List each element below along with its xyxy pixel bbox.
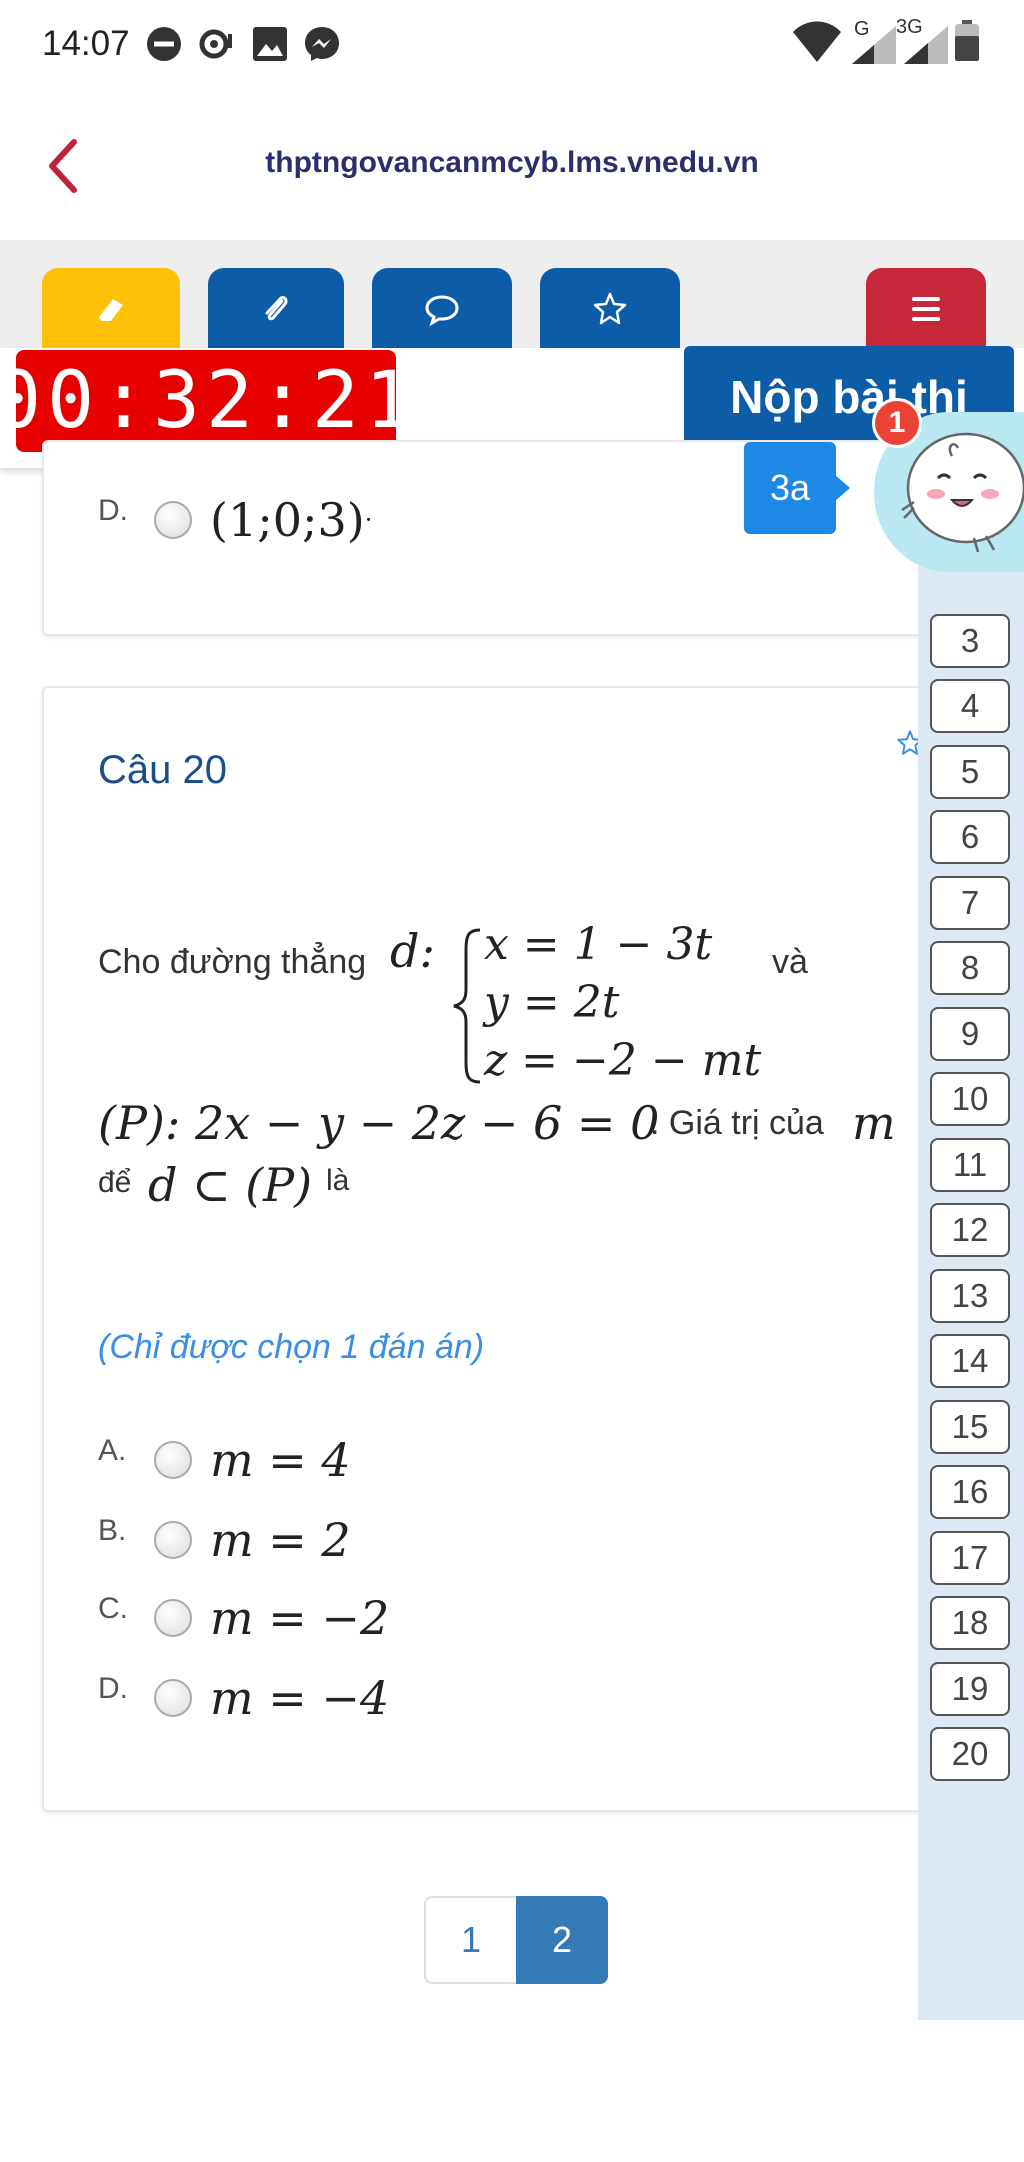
question-nav-item[interactable]: 3 bbox=[930, 614, 1010, 668]
star-icon bbox=[593, 292, 627, 325]
attachment-button[interactable] bbox=[208, 268, 344, 350]
question-nav-item[interactable]: 13 bbox=[930, 1269, 1010, 1323]
option-value: m = 4 bbox=[210, 1433, 351, 1487]
option-b[interactable]: B. m = 2 bbox=[98, 1510, 351, 1570]
battery-icon bbox=[955, 20, 979, 61]
option-value: m = −4 bbox=[210, 1671, 390, 1725]
comment-button[interactable] bbox=[372, 268, 512, 350]
plane-equation: (P): 2x − y − 2z − 6 = 0 bbox=[98, 1096, 660, 1150]
radio-button[interactable] bbox=[154, 501, 192, 539]
question-nav-item[interactable]: 17 bbox=[930, 1531, 1010, 1585]
notification-badge: 1 bbox=[872, 398, 922, 448]
question-nav-item[interactable]: 15 bbox=[930, 1400, 1010, 1454]
equation-system: x = 1 − 3t y = 2t z = −2 − mt bbox=[484, 916, 761, 1090]
radio-button[interactable] bbox=[154, 1679, 192, 1717]
paperclip-icon bbox=[265, 296, 288, 321]
chat-icon bbox=[425, 295, 459, 327]
page-2-button[interactable]: 2 bbox=[516, 1896, 608, 1984]
bookmark-star-button[interactable] bbox=[540, 268, 680, 350]
option-value: (1;0;3) bbox=[210, 493, 365, 547]
option-a[interactable]: A. m = 4 bbox=[98, 1430, 351, 1490]
exam-toolbar bbox=[0, 240, 1024, 350]
browser-bar: thptngovancanmcyb.lms.vnedu.vn bbox=[0, 90, 1024, 240]
option-letter: D. bbox=[98, 494, 128, 527]
countdown-timer: 00:32:21 bbox=[0, 350, 412, 452]
menu-button[interactable] bbox=[866, 268, 986, 350]
system-brace bbox=[453, 928, 481, 1084]
signal-icon bbox=[852, 26, 896, 64]
question-nav-item[interactable]: 11 bbox=[930, 1138, 1010, 1192]
question-card: Câu 20 Cho đường thẳng d: x = 1 − 3t y =… bbox=[42, 686, 942, 1812]
menu-icon bbox=[912, 297, 940, 321]
question-nav-item[interactable]: 12 bbox=[930, 1203, 1010, 1257]
dnd-icon bbox=[147, 27, 181, 61]
question-nav-item[interactable]: 14 bbox=[930, 1334, 1010, 1388]
question-nav-item[interactable]: 16 bbox=[930, 1465, 1010, 1519]
option-c[interactable]: C. m = −2 bbox=[98, 1588, 389, 1648]
var-m: m bbox=[852, 1096, 896, 1150]
conjunction-va: và bbox=[772, 943, 808, 981]
radio-button[interactable] bbox=[154, 1521, 192, 1559]
question-nav-item[interactable]: 20 bbox=[930, 1727, 1010, 1781]
status-bar: 14:07 G 3G bbox=[0, 0, 1024, 90]
question-nav-item[interactable]: 10 bbox=[930, 1072, 1010, 1126]
url-title: thptngovancanmcyb.lms.vnedu.vn bbox=[265, 146, 759, 179]
option-value: m = 2 bbox=[210, 1513, 351, 1567]
signal-icon-2 bbox=[904, 26, 948, 64]
question-nav-item[interactable]: 9 bbox=[930, 1007, 1010, 1061]
question-nav-item[interactable]: 4 bbox=[930, 679, 1010, 733]
question-nav-item[interactable]: 8 bbox=[930, 941, 1010, 995]
question-nav-item[interactable]: 6 bbox=[930, 810, 1010, 864]
hotspot-icon bbox=[199, 29, 232, 59]
option-letter: C. bbox=[98, 1592, 128, 1625]
radio-button[interactable] bbox=[154, 1441, 192, 1479]
equation-y: y = 2t bbox=[484, 977, 620, 1028]
status-time: 14:07 bbox=[42, 24, 130, 63]
chat-widget-label[interactable]: 3a bbox=[744, 442, 850, 534]
equation-z: z = −2 − mt bbox=[484, 1035, 762, 1086]
messenger-icon bbox=[305, 27, 339, 61]
question-intro: Cho đường thẳng bbox=[98, 943, 367, 981]
question-nav-item[interactable]: 5 bbox=[930, 745, 1010, 799]
page-1-button[interactable]: 1 bbox=[424, 1896, 516, 1984]
eraser-icon bbox=[99, 299, 123, 321]
radio-button[interactable] bbox=[154, 1599, 192, 1637]
containment: d ⊂ (P) bbox=[148, 1158, 313, 1212]
option-letter: A. bbox=[98, 1434, 127, 1467]
option-letter: B. bbox=[98, 1514, 127, 1547]
line-name: d: bbox=[390, 924, 435, 978]
equation-x: x = 1 − 3t bbox=[484, 919, 713, 970]
pagination: 1 2 bbox=[424, 1896, 608, 1984]
text-de: để bbox=[98, 1166, 132, 1199]
option-value: m = −2 bbox=[210, 1591, 390, 1645]
text-la: là bbox=[326, 1164, 350, 1197]
option-d[interactable]: D. m = −4 bbox=[98, 1668, 389, 1728]
wifi-icon bbox=[793, 21, 841, 62]
question-title: Câu 20 bbox=[98, 748, 227, 792]
prev-option-d[interactable]: D. (1;0;3) · bbox=[98, 490, 372, 550]
select-hint: (Chỉ được chọn 1 đán án) bbox=[98, 1328, 485, 1366]
option-letter: D. bbox=[98, 1672, 128, 1705]
eraser-button[interactable] bbox=[42, 268, 180, 350]
question-nav-item[interactable]: 18 bbox=[930, 1596, 1010, 1650]
question-nav-item[interactable]: 7 bbox=[930, 876, 1010, 930]
image-icon bbox=[253, 27, 287, 61]
text-gia-tri: . Giá trị của bbox=[650, 1104, 824, 1142]
question-navigator: 2 3 4 5 6 7 8 9 10 11 12 13 14 15 16 17 … bbox=[918, 528, 1024, 2020]
question-nav-item[interactable]: 19 bbox=[930, 1662, 1010, 1716]
